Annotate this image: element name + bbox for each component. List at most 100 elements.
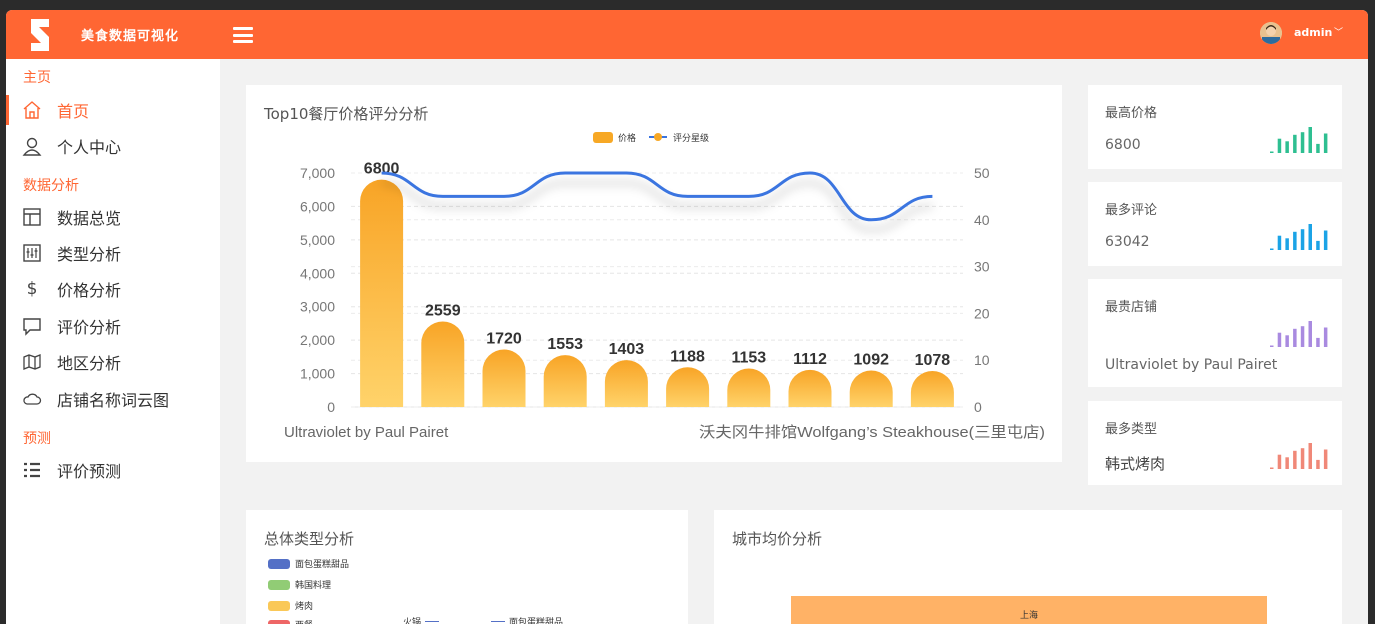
sparkbar-bar	[1323, 230, 1328, 250]
dollar-icon: $	[26, 279, 38, 299]
sparkbar-bar	[1323, 327, 1328, 347]
sidebar-item-type-analysis[interactable]: 类型分析	[6, 235, 220, 271]
home-icon	[22, 100, 42, 120]
sparkbar-bar	[1316, 143, 1320, 153]
sparkbar-bar	[1316, 240, 1320, 250]
section-title-home: 主页	[23, 70, 51, 86]
chevron-down-icon[interactable]: ﹀	[1334, 25, 1343, 38]
sparkbar-bar	[1285, 238, 1289, 250]
sparkbar-bar	[1300, 448, 1305, 469]
top-bar: 美食数据可视化 admin ﹀	[6, 10, 1368, 59]
pie-label: 火锅	[403, 615, 440, 624]
bar-data-label: 1720	[486, 331, 522, 348]
sparkbar-bar	[1277, 332, 1282, 347]
stat-title: 最多评论	[1105, 203, 1158, 218]
rating-line	[381, 171, 933, 222]
sidebar-item-wordcloud[interactable]: 店铺名称词云图	[6, 381, 220, 417]
sidebar-item-review-analysis[interactable]: 评价分析	[6, 308, 220, 344]
price-bar	[482, 349, 526, 407]
legend-swatch	[268, 558, 290, 569]
stat-value: 韩式烤肉	[1105, 455, 1166, 473]
sidebar-item-label: 地区分析	[57, 354, 122, 373]
sparkbar-bar	[1270, 345, 1274, 347]
city-bar[interactable]: 上海	[791, 596, 1267, 624]
sidebar-item-label: 店铺名称词云图	[57, 391, 170, 410]
price-bar	[604, 360, 648, 407]
app-window: 美食数据可视化 admin ﹀ 主页 首页 个人中心 数据分析 数据总览 类型分…	[6, 10, 1368, 624]
sidebar-item-review-predict[interactable]: 评价预测	[6, 452, 220, 488]
stat-card-priciest-shop: 最贵店铺 Ultraviolet by Paul Pairet	[1088, 279, 1342, 387]
legend-item[interactable]: 面包蛋糕甜品	[268, 557, 349, 570]
sparkbar-bar	[1308, 321, 1312, 347]
sparkbar-bar	[1293, 231, 1297, 250]
sidebar-item-region-analysis[interactable]: 地区分析	[6, 344, 220, 380]
stat-title: 最多类型	[1105, 422, 1158, 437]
sidebar-item-label: 首页	[57, 102, 90, 121]
city-analysis-card: 城市均价分析 上海	[714, 510, 1342, 624]
avatar[interactable]	[1260, 22, 1282, 44]
sparkbar-bar	[1308, 127, 1312, 153]
y-right-tick-label: 0	[974, 399, 982, 415]
sparkbar-bar	[1323, 133, 1328, 153]
legend-item[interactable]: 西餐	[268, 618, 313, 624]
sidebar-item-price-analysis[interactable]: $ 价格分析	[6, 271, 220, 307]
bar-data-label: 1153	[731, 349, 766, 366]
bar-data-label: 1078	[915, 352, 951, 369]
sidebar-item-overview[interactable]: 数据总览	[6, 199, 220, 235]
sparkbar-bar	[1277, 235, 1282, 250]
bar-data-label: 1553	[547, 336, 583, 353]
legend-swatch	[268, 579, 290, 590]
city-bar-label: 上海	[1019, 611, 1038, 621]
stat-title: 最贵店铺	[1105, 300, 1158, 315]
sparkbar-icon	[1270, 127, 1328, 153]
y-left-tick-label: 1,000	[300, 366, 335, 382]
sidebar-item-home[interactable]: 首页	[6, 92, 220, 128]
price-bar	[727, 368, 771, 407]
sidebar-item-profile[interactable]: 个人中心	[6, 128, 220, 164]
x-tick-label: Ultraviolet by Paul Pairet	[284, 424, 449, 441]
y-left-tick-label: 2,000	[300, 332, 335, 348]
price-bar	[543, 355, 587, 407]
stat-title: 最高价格	[1105, 106, 1158, 121]
sparkbar-icon	[1270, 321, 1328, 347]
pie-label-text: 火锅	[403, 618, 422, 624]
y-left-tick-label: 4,000	[300, 265, 335, 281]
legend-item[interactable]: 烤肉	[268, 599, 313, 612]
pie-label-text: 面包蛋糕甜品	[509, 618, 564, 624]
legend-label: 西餐	[295, 618, 313, 624]
sparkbar-bar	[1293, 328, 1297, 347]
price-bar	[849, 370, 893, 407]
user-icon	[22, 136, 42, 156]
sparkbar-bar	[1293, 134, 1297, 153]
top10-chart-card: Top10餐厅价格评分分析 0 1,000 2,000 3,000 4,000 5,000…	[246, 85, 1062, 462]
logo-icon	[31, 19, 49, 51]
y-left-tick-label: 3,000	[300, 299, 335, 315]
sparkbar-bar	[1308, 224, 1312, 250]
y-left-tick-label: 6,000	[300, 198, 335, 214]
price-bar	[910, 370, 954, 407]
sliders-icon	[22, 243, 42, 263]
sparkbar-bar	[1308, 443, 1312, 469]
y-right-tick-label: 20	[974, 305, 990, 321]
price-bar	[360, 179, 404, 407]
sidebar-item-label: 类型分析	[57, 245, 122, 264]
list-icon	[22, 460, 42, 480]
legend-swatch-price	[593, 132, 613, 143]
sparkbar-icon	[1270, 443, 1328, 469]
sparkbar-icon	[1270, 224, 1328, 250]
price-bar	[421, 321, 465, 407]
sparkbar-bar	[1300, 326, 1305, 347]
sidebar-item-label: 评价预测	[57, 462, 122, 481]
stat-card-max-price: 最高价格 6800	[1088, 85, 1342, 169]
bar-data-label: 1092	[853, 351, 889, 368]
legend-swatch	[268, 619, 290, 624]
layout-icon	[22, 207, 42, 227]
user-name[interactable]: admin	[1294, 26, 1332, 39]
sparkbar-bar	[1277, 138, 1282, 153]
legend-item[interactable]: 韩国料理	[268, 578, 331, 591]
sparkbar-bar	[1270, 248, 1274, 250]
menu-toggle-icon[interactable]	[233, 27, 253, 43]
y-right-tick-label: 30	[974, 259, 990, 275]
y-left-tick-label: 5,000	[300, 232, 335, 248]
sidebar-item-label: 评价分析	[57, 318, 122, 337]
